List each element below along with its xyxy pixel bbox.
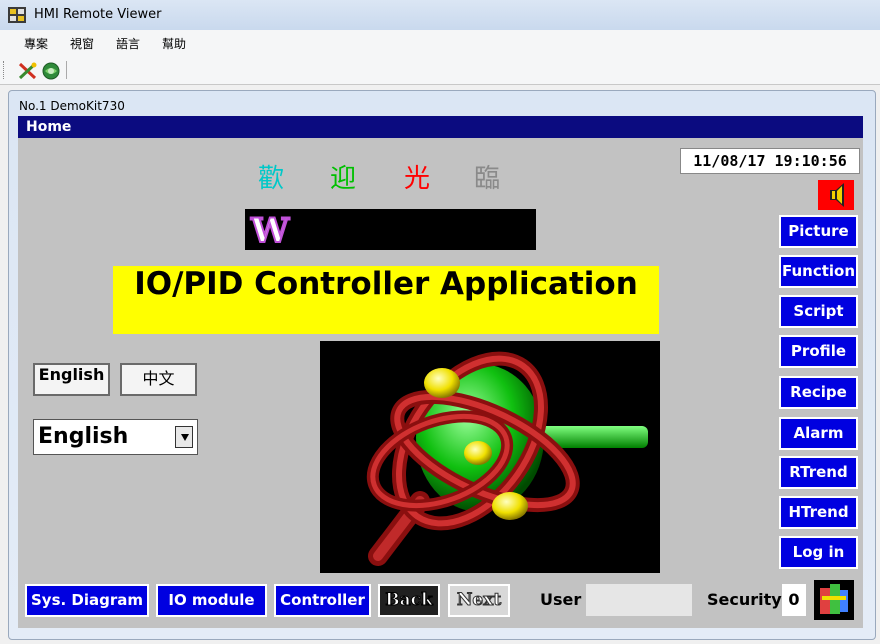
english-button[interactable]: English	[33, 363, 110, 396]
menu-window[interactable]: 視窗	[70, 35, 94, 52]
toolbar-separator	[66, 61, 67, 79]
scrolling-banner: W	[245, 209, 536, 252]
login-button[interactable]: Log in	[779, 536, 858, 569]
banner-letter: W	[250, 210, 290, 252]
app-icon	[8, 7, 26, 23]
io-module-button[interactable]: IO module	[156, 584, 267, 617]
welcome-char-4: 臨	[474, 164, 501, 194]
welcome-char-1: 歡	[258, 164, 285, 194]
window-title: HMI Remote Viewer	[34, 7, 162, 22]
menu-help[interactable]: 幫助	[162, 35, 186, 52]
chinese-button[interactable]: 中文	[120, 363, 197, 396]
profile-button[interactable]: Profile	[779, 335, 858, 368]
screen-header: Home	[18, 116, 863, 138]
sys-diagram-button[interactable]: Sys. Diagram	[25, 584, 149, 617]
rtrend-button[interactable]: RTrend	[779, 456, 858, 489]
alarm-button[interactable]: Alarm	[779, 417, 858, 450]
security-label: Security	[707, 590, 782, 609]
function-button[interactable]: Function	[779, 255, 858, 288]
gyroscope-graphic	[320, 341, 660, 573]
speaker-icon[interactable]	[818, 180, 854, 210]
app-title: IO/PID Controller Application	[134, 266, 638, 302]
menu-project[interactable]: 專案	[24, 35, 48, 52]
menu-language[interactable]: 語言	[116, 35, 140, 52]
datetime-display: 11/08/17 19:10:56	[680, 148, 860, 174]
back-button[interactable]: Back	[378, 584, 440, 617]
security-value: 0	[782, 584, 806, 616]
app-title-box: IO/PID Controller Application	[113, 266, 659, 334]
window-titlebar: HMI Remote Viewer	[0, 0, 880, 30]
htrend-button[interactable]: HTrend	[779, 496, 858, 529]
language-select-value: English	[38, 424, 129, 449]
language-select[interactable]: English	[33, 419, 198, 455]
toolbar-grip[interactable]	[3, 61, 6, 79]
welcome-char-2: 迎	[330, 164, 357, 194]
tools-icon[interactable]	[18, 62, 38, 80]
welcome-char-3: 光	[404, 164, 431, 194]
picture-button[interactable]: Picture	[779, 215, 858, 248]
user-field[interactable]	[586, 584, 692, 616]
chevron-down-icon[interactable]	[175, 426, 193, 448]
screen-header-label: Home	[26, 119, 72, 135]
user-label: User	[540, 590, 582, 609]
next-button[interactable]: Next	[448, 584, 510, 617]
recipe-button[interactable]: Recipe	[779, 376, 858, 409]
menu-bar: 專案 視窗 語言 幫助	[0, 30, 880, 56]
script-button[interactable]: Script	[779, 295, 858, 328]
inner-window-title: No.1 DemoKit730	[19, 99, 125, 113]
globe-icon[interactable]	[42, 62, 60, 80]
security-key-icon[interactable]	[814, 580, 854, 620]
controller-button[interactable]: Controller	[274, 584, 371, 617]
hmi-screen: 歡 迎 光 臨 11/08/17 19:10:56 W IO/PID Contr…	[18, 138, 863, 628]
toolbar	[0, 56, 880, 85]
